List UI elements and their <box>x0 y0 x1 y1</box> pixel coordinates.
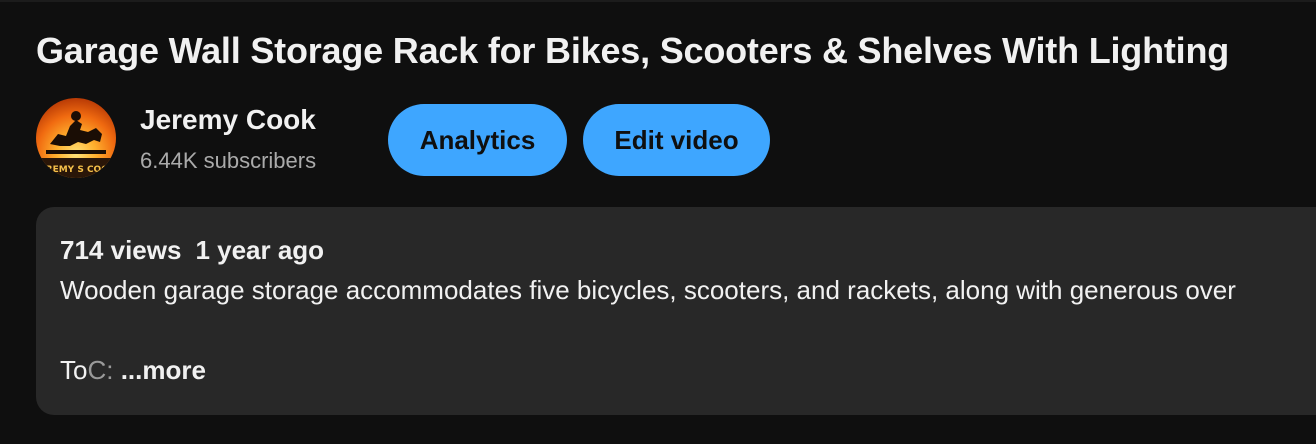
top-divider <box>0 0 1316 2</box>
toc-prefix: To <box>60 355 88 385</box>
channel-name[interactable]: Jeremy Cook <box>140 104 316 136</box>
channel-avatar[interactable]: JEREMY S COOK <box>36 98 116 178</box>
description-toc-line: ToC: ...more <box>60 355 206 386</box>
show-more-link[interactable]: ...more <box>113 355 206 385</box>
toc-faded-text: C: <box>87 355 114 385</box>
edit-video-button-label: Edit video <box>614 124 739 155</box>
video-meta: 714 views 1 year ago <box>60 235 324 266</box>
analytics-button-label: Analytics <box>419 124 536 155</box>
video-title: Garage Wall Storage Rack for Bikes, Scoo… <box>36 30 1230 71</box>
upload-age: 1 year ago <box>195 235 325 265</box>
analytics-button[interactable]: Analytics <box>388 104 567 176</box>
subscriber-count: 6.44K subscribers <box>140 148 317 173</box>
owner-row: JEREMY S COOK Jeremy Cook 6.44K subscrib… <box>36 98 1296 180</box>
description-box[interactable]: 714 views 1 year ago Wooden garage storag… <box>36 207 1316 415</box>
edit-video-button[interactable]: Edit video <box>583 104 770 176</box>
avatar-image: JEREMY S COOK <box>36 98 116 178</box>
view-count: 714 views <box>60 235 182 265</box>
avatar-logo-text: JEREMY S COOK <box>36 165 116 175</box>
description-text: Wooden garage storage accommodates five … <box>60 275 1236 305</box>
